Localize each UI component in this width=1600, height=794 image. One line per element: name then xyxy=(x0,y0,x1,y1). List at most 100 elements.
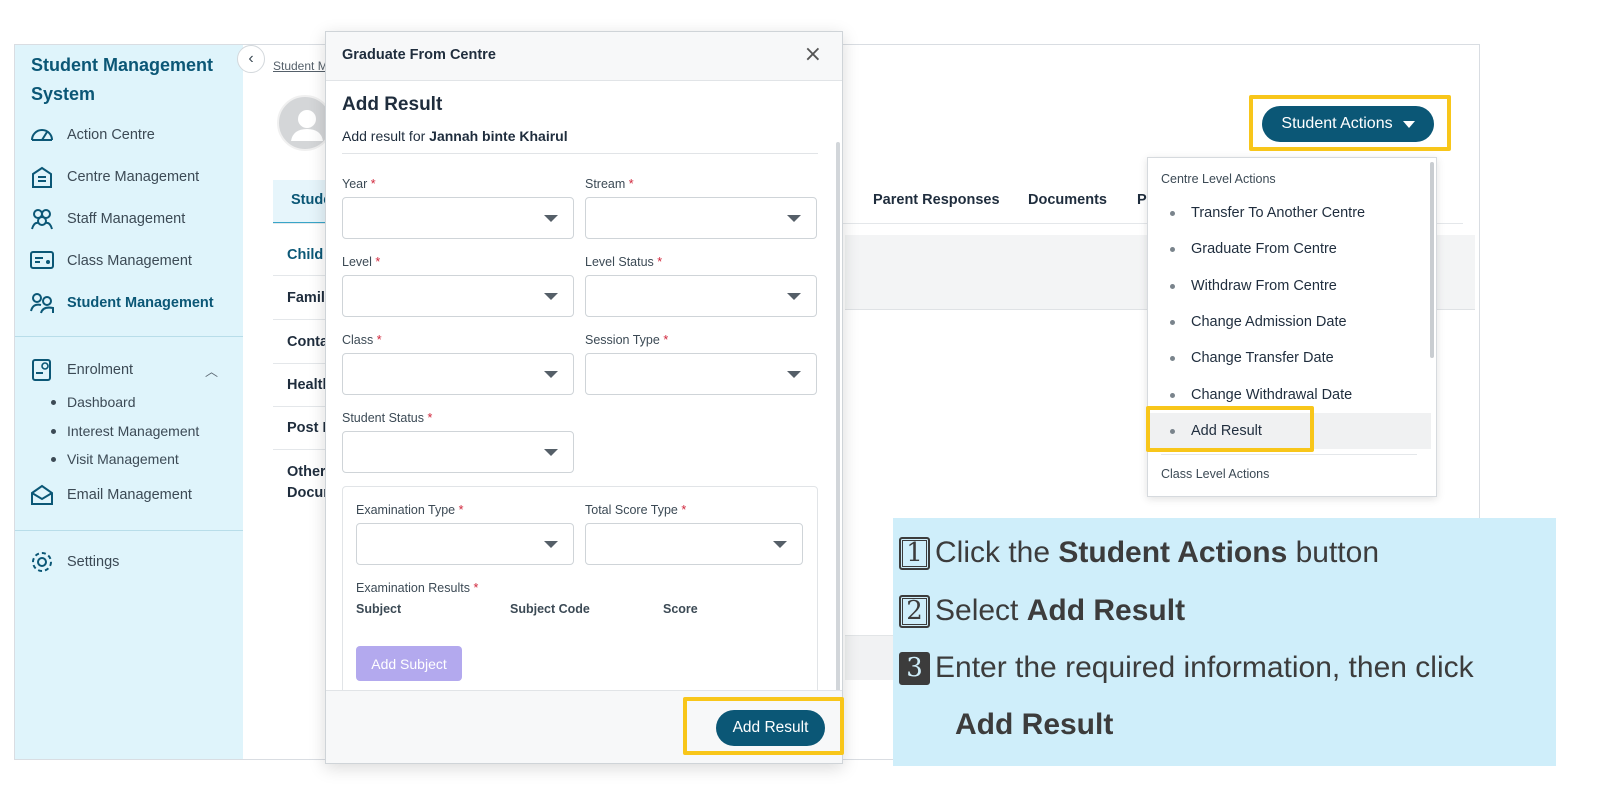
level-status-select[interactable] xyxy=(585,275,817,317)
required-mark: * xyxy=(628,177,634,191)
bullet xyxy=(1170,246,1175,252)
menu-item-add-result[interactable]: Add Result xyxy=(1148,413,1431,449)
year-select[interactable] xyxy=(342,197,574,239)
dropdown-arrow-icon xyxy=(544,449,558,456)
sidebar-item-label: Settings xyxy=(67,554,120,570)
building-icon xyxy=(32,166,52,188)
tab-documents[interactable]: Documents xyxy=(1028,192,1107,208)
menu-scrollbar[interactable] xyxy=(1430,162,1434,358)
subtitle-prefix: Add result for xyxy=(342,128,426,144)
sidebar-subitem-visit-management[interactable]: Visit Management xyxy=(51,448,179,470)
menu-item-change-admission[interactable]: Change Admission Date xyxy=(1148,304,1431,340)
chevron-up-icon[interactable]: ︿ xyxy=(205,361,218,380)
sidebar-subitem-label: Interest Management xyxy=(67,423,200,439)
examination-type-select[interactable] xyxy=(356,523,574,565)
step-bold: Student Actions xyxy=(1058,536,1288,569)
session-type-select[interactable] xyxy=(585,353,817,395)
bullet xyxy=(1170,283,1175,289)
required-mark: * xyxy=(370,177,376,191)
side-nav-contact[interactable]: Conta xyxy=(287,332,328,353)
side-nav-documents[interactable]: Docur xyxy=(287,483,329,504)
side-nav-other[interactable]: Other xyxy=(287,462,326,483)
side-nav-health[interactable]: Healtl xyxy=(287,375,327,396)
menu-heading-class: Class Level Actions xyxy=(1161,467,1270,481)
tab-more[interactable]: P xyxy=(1137,192,1147,208)
sidebar-item-action-centre[interactable]: Action Centre xyxy=(15,120,243,150)
envelope-icon xyxy=(31,484,53,505)
modal-scrollbar[interactable] xyxy=(836,142,840,690)
menu-item-label: Change Withdrawal Date xyxy=(1191,387,1353,403)
step-number-3: 3 xyxy=(899,651,930,685)
sidebar-subitem-label: Dashboard xyxy=(67,394,136,410)
dropdown-arrow-icon xyxy=(787,215,801,222)
required-mark: * xyxy=(458,503,464,517)
modal-footer: Add Result xyxy=(326,690,842,763)
label-text: Student Status xyxy=(342,411,425,425)
student-status-select[interactable] xyxy=(342,431,574,473)
menu-item-label: Withdraw From Centre xyxy=(1191,278,1337,294)
student-actions-button[interactable]: Student Actions xyxy=(1262,106,1434,142)
session-type-label: Session Type * xyxy=(585,333,668,347)
menu-item-graduate[interactable]: Graduate From Centre xyxy=(1148,231,1431,267)
sidebar-item-settings[interactable]: Settings xyxy=(15,547,243,577)
step-number-2: 2 xyxy=(899,594,930,628)
instruction-step-1: 1 Click the Student Actions button xyxy=(899,536,1379,570)
stream-select[interactable] xyxy=(585,197,817,239)
year-label: Year * xyxy=(342,177,376,191)
side-nav-child[interactable]: Child xyxy=(287,245,323,266)
total-score-type-select[interactable] xyxy=(585,523,803,565)
menu-item-label: Change Transfer Date xyxy=(1191,350,1334,366)
caret-down-icon xyxy=(1402,120,1415,128)
sidebar-item-student-management[interactable]: Student Management xyxy=(15,288,243,318)
tab-parent-responses[interactable]: Parent Responses xyxy=(873,192,1000,208)
divider xyxy=(273,319,333,320)
label-text: Session Type xyxy=(585,333,660,347)
sidebar-item-label: Email Management xyxy=(67,487,192,503)
enrolment-form-icon xyxy=(32,359,51,381)
add-result-button[interactable]: Add Result xyxy=(716,710,825,746)
bullet xyxy=(1170,319,1175,325)
bullet xyxy=(51,428,56,434)
sidebar-subitem-dashboard[interactable]: Dashboard xyxy=(51,391,136,413)
add-subject-button[interactable]: Add Subject xyxy=(356,646,462,681)
label-text: Examination Results xyxy=(356,581,470,595)
level-select[interactable] xyxy=(342,275,574,317)
collapse-sidebar-button[interactable]: ‹ xyxy=(237,45,265,73)
dropdown-arrow-icon xyxy=(544,371,558,378)
modal-body: Add Result Add result for Jannah binte K… xyxy=(326,82,842,690)
class-select[interactable] xyxy=(342,353,574,395)
close-icon[interactable]: × xyxy=(804,42,822,67)
label-text: Total Score Type xyxy=(585,503,678,517)
required-mark: * xyxy=(657,255,663,269)
sidebar-subitem-label: Visit Management xyxy=(67,451,179,467)
breadcrumb[interactable]: Student M xyxy=(273,59,328,73)
required-mark: * xyxy=(473,581,479,595)
student-actions-menu: Centre Level Actions Transfer To Another… xyxy=(1147,157,1437,497)
sidebar-divider xyxy=(15,336,243,337)
people-group-icon xyxy=(31,209,53,230)
menu-item-change-transfer[interactable]: Change Transfer Date xyxy=(1148,340,1431,376)
stream-label: Stream * xyxy=(585,177,634,191)
sidebar-item-class-management[interactable]: Class Management xyxy=(15,246,243,276)
class-label: Class * xyxy=(342,333,382,347)
examination-results-label: Examination Results * xyxy=(356,581,478,595)
required-mark: * xyxy=(663,333,669,347)
menu-item-change-withdrawal[interactable]: Change Withdrawal Date xyxy=(1148,377,1431,413)
menu-item-withdraw[interactable]: Withdraw From Centre xyxy=(1148,268,1431,304)
sidebar-item-email-management[interactable]: Email Management xyxy=(15,480,243,510)
sidebar-item-label: Student Management xyxy=(67,295,214,311)
menu-item-label: Change Admission Date xyxy=(1191,314,1347,330)
modal-header: Graduate From Centre × xyxy=(326,32,842,81)
student-actions-label: Student Actions xyxy=(1281,115,1393,132)
column-header-subject: Subject xyxy=(356,602,402,616)
sidebar-item-label: Enrolment xyxy=(67,362,134,378)
step-bold: Add Result xyxy=(1026,594,1186,627)
form-heading: Add Result xyxy=(342,94,443,115)
sidebar-item-enrolment[interactable]: Enrolment ︿ xyxy=(15,355,243,385)
step-text: Click the xyxy=(935,536,1059,569)
menu-item-transfer[interactable]: Transfer To Another Centre xyxy=(1148,195,1431,231)
sidebar-item-label: Centre Management xyxy=(67,169,200,185)
sidebar-item-staff-management[interactable]: Staff Management xyxy=(15,204,243,234)
sidebar-subitem-interest-management[interactable]: Interest Management xyxy=(51,420,199,442)
sidebar-item-centre-management[interactable]: Centre Management xyxy=(15,162,243,192)
